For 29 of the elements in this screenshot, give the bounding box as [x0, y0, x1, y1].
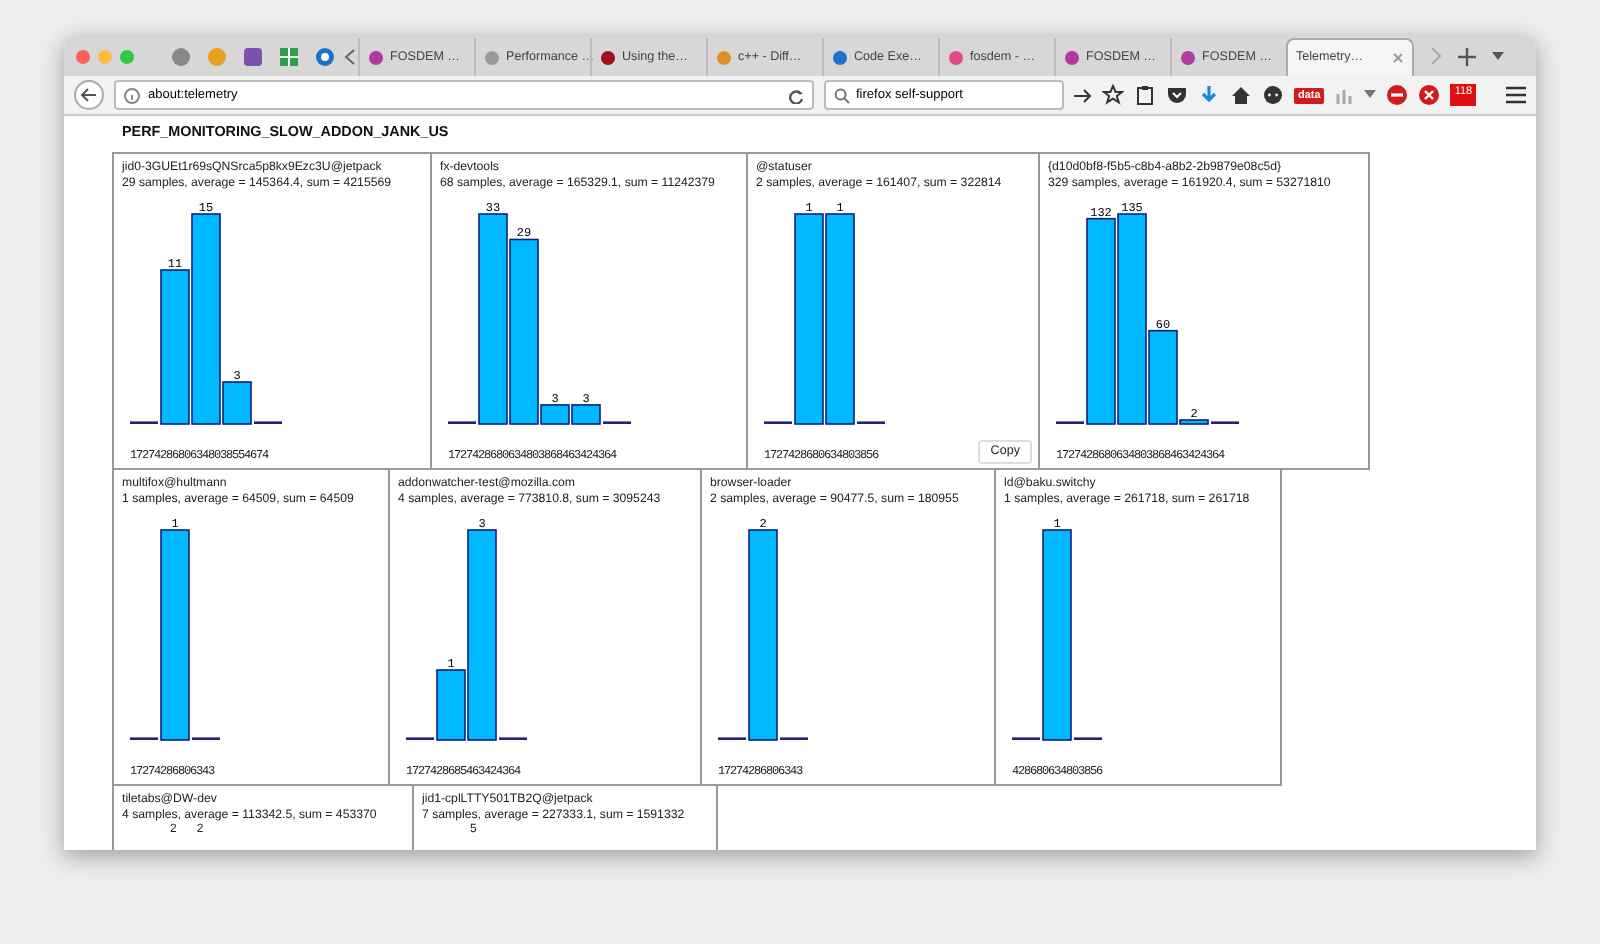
home-icon[interactable]: [1230, 84, 1252, 107]
star-icon[interactable]: [1102, 84, 1124, 107]
ring-icon[interactable]: [313, 45, 335, 68]
caret-down-icon[interactable]: [1364, 90, 1377, 101]
reload-icon[interactable]: [788, 87, 804, 104]
new-tab-icon[interactable]: [1458, 47, 1476, 66]
grid-icon[interactable]: [277, 45, 299, 68]
info-icon: [124, 87, 140, 104]
tab-favicon-icon: [832, 49, 848, 66]
tab-favicon-icon: [1064, 49, 1080, 66]
pocket-icon[interactable]: [1166, 84, 1188, 107]
stop-sign-icon[interactable]: [1386, 84, 1409, 107]
back-icon[interactable]: [74, 80, 104, 111]
tab-favicon-icon: [600, 49, 616, 66]
tab-favicon-icon: [716, 49, 732, 66]
arrow-right-icon[interactable]: [1074, 87, 1092, 104]
chevron-left-icon[interactable]: [342, 45, 358, 68]
search-icon: [834, 87, 850, 104]
chat-bubble-icon[interactable]: [1262, 84, 1284, 107]
download-icon[interactable]: [1198, 84, 1220, 107]
menu-icon[interactable]: [1506, 86, 1526, 105]
close-icon[interactable]: [1392, 52, 1404, 65]
caret-down-icon[interactable]: [1492, 51, 1504, 62]
tab-favicon-icon: [1180, 49, 1196, 66]
tab-favicon-icon: [484, 49, 500, 66]
tab-favicon-icon: [368, 49, 384, 66]
tab-favicon-icon: [948, 49, 964, 66]
clipboard-icon[interactable]: [1134, 84, 1156, 107]
close-circle-icon[interactable]: [1418, 84, 1441, 107]
